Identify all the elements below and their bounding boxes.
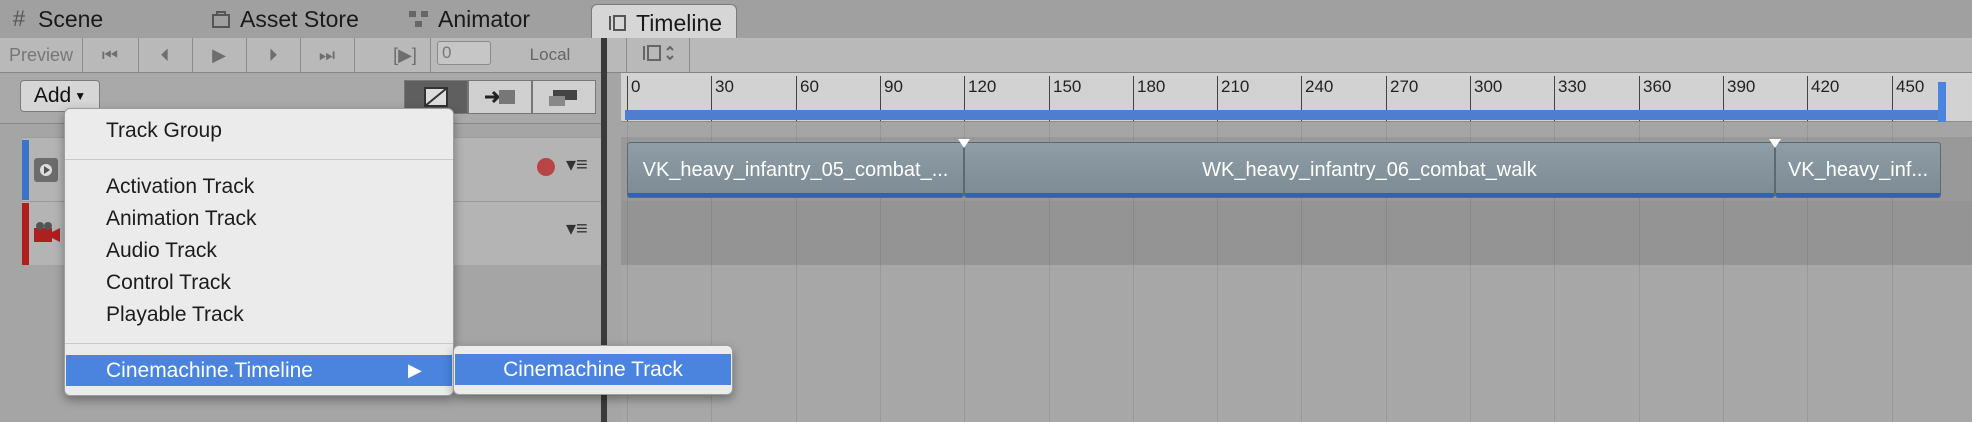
menu-item-activation-track[interactable]: Activation Track	[106, 175, 254, 199]
goto-end-button[interactable]: ⏭	[300, 38, 355, 72]
play-range-icon: [▶]	[393, 44, 417, 65]
menu-item-control-track[interactable]: Control Track	[106, 271, 231, 295]
ruler-tick-label: 330	[1558, 77, 1587, 96]
track-lane-cinemachine[interactable]	[621, 201, 1972, 265]
goto-start-button[interactable]: ⏮	[82, 38, 139, 72]
menu-item-cinemachine-track[interactable]: Cinemachine Track	[455, 354, 731, 385]
time-mode-label: Local	[529, 45, 571, 64]
ruler-tick-label: 240	[1305, 77, 1334, 96]
submenu-arrow-icon: ▶	[408, 360, 422, 380]
tab-animator[interactable]: Animator	[408, 0, 530, 38]
cinemachine-submenu: Cinemachine Track	[453, 345, 733, 395]
preview-button[interactable]: Preview	[0, 38, 83, 72]
animation-track-icon	[34, 158, 58, 182]
animator-icon	[408, 8, 430, 30]
ruler-tick-label: 270	[1390, 77, 1419, 96]
ruler-tick-label: 30	[715, 77, 734, 96]
clip-label: VK_heavy_inf...	[1787, 158, 1929, 181]
ruler-tick-label: 300	[1474, 77, 1503, 96]
ruler-tick-label: 150	[1053, 77, 1082, 96]
track-menu-icon[interactable]: ▾≡	[566, 216, 588, 241]
play-range-bar[interactable]	[625, 110, 1940, 120]
ruler-tick-label: 360	[1643, 77, 1672, 96]
tab-asset-store-label: Asset Store	[240, 5, 359, 32]
tab-timeline-label: Timeline	[636, 9, 723, 36]
timeline-toolbar-right	[607, 38, 1972, 73]
frame-input[interactable]: 0	[437, 41, 491, 65]
camera-track-icon	[32, 220, 62, 246]
playhead-marker[interactable]	[1938, 82, 1946, 122]
replace-mode-button[interactable]	[532, 80, 596, 114]
animation-clip[interactable]: VK_heavy_infantry_05_combat_...	[627, 142, 964, 198]
track-color-bar	[22, 203, 29, 265]
ruler-tick-label: 180	[1137, 77, 1166, 96]
menu-separator	[65, 159, 453, 160]
menu-separator	[65, 343, 453, 344]
preview-label: Preview	[8, 44, 74, 65]
menu-item-track-group[interactable]: Track Group	[106, 119, 222, 143]
ripple-mode-button[interactable]	[468, 80, 532, 114]
ruler-tick-label: 120	[968, 77, 997, 96]
previous-frame-button[interactable]: ⏴	[138, 38, 193, 72]
dropdown-arrow-icon: ▼	[74, 89, 87, 103]
record-icon[interactable]	[537, 158, 555, 176]
tab-animator-label: Animator	[438, 5, 531, 32]
clip-label: VK_heavy_infantry_05_combat_...	[642, 158, 949, 181]
timeline-view-dropdown[interactable]	[626, 38, 690, 72]
skip-to-start-icon: ⏮	[101, 44, 119, 65]
add-button-label: Add	[33, 84, 72, 107]
menu-item-audio-track[interactable]: Audio Track	[106, 239, 217, 263]
ruler-tick-label: 60	[800, 77, 819, 96]
tab-timeline[interactable]: Timeline	[591, 4, 738, 41]
play-icon: ▶	[212, 44, 226, 65]
track-menu-icon[interactable]: ▾≡	[566, 152, 588, 177]
ruler-tick-label: 90	[884, 77, 903, 96]
menu-item-playable-track[interactable]: Playable Track	[106, 303, 244, 327]
menu-item-animation-track[interactable]: Animation Track	[106, 207, 257, 231]
animation-clip[interactable]: VK_heavy_inf...	[1775, 142, 1941, 198]
ruler-tick-label: 450	[1896, 77, 1925, 96]
next-frame-button[interactable]: ⏵	[246, 38, 301, 72]
blend-marker-icon	[958, 139, 970, 148]
replace-mode-icon	[549, 90, 577, 106]
ruler-tick-label: 390	[1727, 77, 1756, 96]
ruler-tick-label: 0	[631, 77, 641, 96]
add-track-menu: Track Group Activation Track Animation T…	[64, 108, 454, 396]
tab-asset-store[interactable]: Asset Store	[210, 0, 359, 38]
ruler-tick-label: 210	[1221, 77, 1250, 96]
ripple-mode-icon	[485, 90, 515, 104]
timeline-view-icon	[641, 43, 675, 68]
play-range-button[interactable]: [▶]	[380, 38, 431, 72]
clip-label: WK_heavy_infantry_06_combat_walk	[1202, 158, 1537, 181]
mix-mode-icon	[424, 87, 448, 107]
time-mode-dropdown[interactable]: Local	[500, 38, 600, 72]
play-button[interactable]: ▶	[192, 38, 247, 72]
menu-item-cinemachine-timeline[interactable]: Cinemachine.Timeline ▶	[66, 355, 452, 386]
tab-scene-label: Scene	[38, 5, 104, 32]
hash-icon: #	[12, 6, 26, 31]
previous-frame-icon: ⏴	[160, 44, 170, 65]
timeline-icon	[606, 12, 628, 34]
ruler-tick-label: 420	[1811, 77, 1840, 96]
cinemachine-timeline-label: Cinemachine.Timeline	[106, 358, 313, 382]
store-icon	[210, 8, 232, 30]
timeline-empty-area	[621, 265, 1972, 422]
tab-scene[interactable]: # Scene	[8, 0, 103, 38]
animation-clip[interactable]: WK_heavy_infantry_06_combat_walk	[964, 142, 1775, 198]
blend-marker-icon	[1769, 139, 1781, 148]
skip-to-end-icon: ⏭	[318, 44, 336, 65]
next-frame-icon: ⏵	[268, 44, 278, 65]
track-color-bar	[22, 140, 29, 200]
